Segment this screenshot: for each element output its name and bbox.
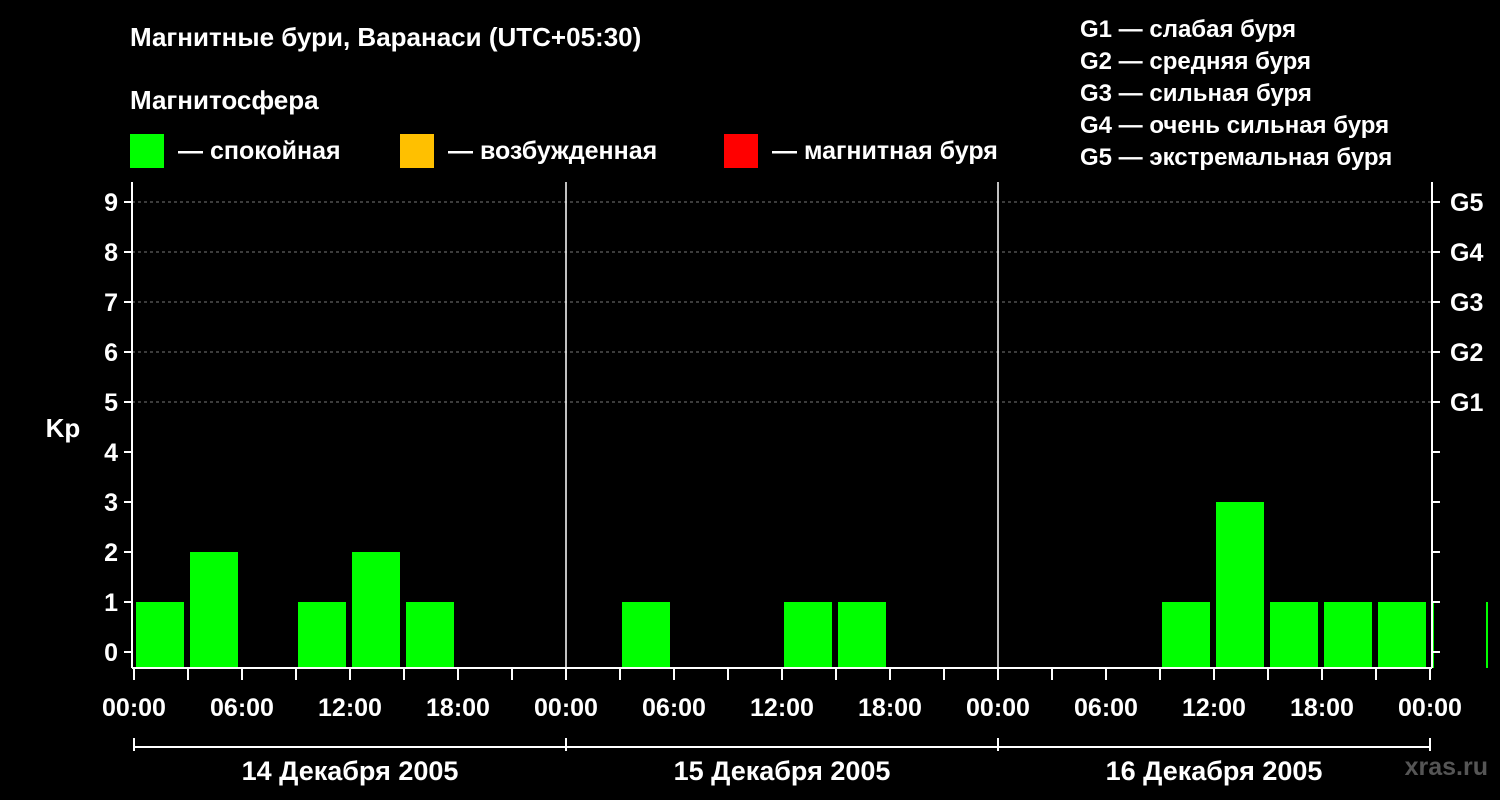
y-tick-label-0: 0 xyxy=(104,639,118,667)
x-tick-label-3: 18:00 xyxy=(426,694,490,722)
bar-1 xyxy=(190,552,238,668)
bar-5 xyxy=(406,602,454,668)
x-tick-label-4: 00:00 xyxy=(534,694,598,722)
day-label-2: 16 Декабря 2005 xyxy=(1106,756,1323,786)
x-tick-label-5: 06:00 xyxy=(642,694,706,722)
g-label-g4: G4 xyxy=(1450,239,1483,267)
bar-4 xyxy=(352,552,400,668)
x-tick-label-7: 18:00 xyxy=(858,694,922,722)
y-tick-label-5: 5 xyxy=(104,389,118,417)
y-tick-label-7: 7 xyxy=(104,289,118,317)
bar-12 xyxy=(784,602,832,668)
x-tick-label-0: 00:00 xyxy=(102,694,166,722)
bar-13 xyxy=(838,602,886,668)
y-tick-label-1: 1 xyxy=(104,589,118,617)
y-tick-label-8: 8 xyxy=(104,239,118,267)
bar-21 xyxy=(1270,602,1318,668)
day-label-0: 14 Декабря 2005 xyxy=(242,756,459,786)
bar-3 xyxy=(298,602,346,668)
bar-22 xyxy=(1324,602,1372,668)
bar-25 xyxy=(1486,602,1488,668)
g-label-g5: G5 xyxy=(1450,189,1483,217)
x-tick-label-9: 06:00 xyxy=(1074,694,1138,722)
watermark: xras.ru xyxy=(1404,753,1488,781)
y-tick-label-2: 2 xyxy=(104,539,118,567)
g-label-g3: G3 xyxy=(1450,289,1483,317)
y-axis-label: Kp xyxy=(46,413,81,443)
y-tick-label-3: 3 xyxy=(104,489,118,517)
x-tick-label-8: 00:00 xyxy=(966,694,1030,722)
bar-23 xyxy=(1378,602,1426,668)
bar-9 xyxy=(622,602,670,668)
g-label-g1: G1 xyxy=(1450,389,1483,417)
g-label-g2: G2 xyxy=(1450,339,1483,367)
y-tick-label-9: 9 xyxy=(104,189,118,217)
x-tick-label-1: 06:00 xyxy=(210,694,274,722)
x-tick-label-12: 00:00 xyxy=(1398,694,1462,722)
x-tick-label-6: 12:00 xyxy=(750,694,814,722)
day-label-1: 15 Декабря 2005 xyxy=(674,756,891,786)
x-tick-label-11: 18:00 xyxy=(1290,694,1354,722)
kp-chart: 0 1 2 3 4 5 6 7 8 9 G1 G2 G3 G4 G5 Kp 00:00 06:00 12:00 18:… xyxy=(46,182,1488,786)
x-tick-label-2: 12:00 xyxy=(318,694,382,722)
y-tick-label-4: 4 xyxy=(104,439,118,467)
x-tick-label-10: 12:00 xyxy=(1182,694,1246,722)
bar-0 xyxy=(136,602,184,668)
bar-20 xyxy=(1216,502,1264,668)
y-tick-label-6: 6 xyxy=(104,339,118,367)
bar-19 xyxy=(1162,602,1210,668)
